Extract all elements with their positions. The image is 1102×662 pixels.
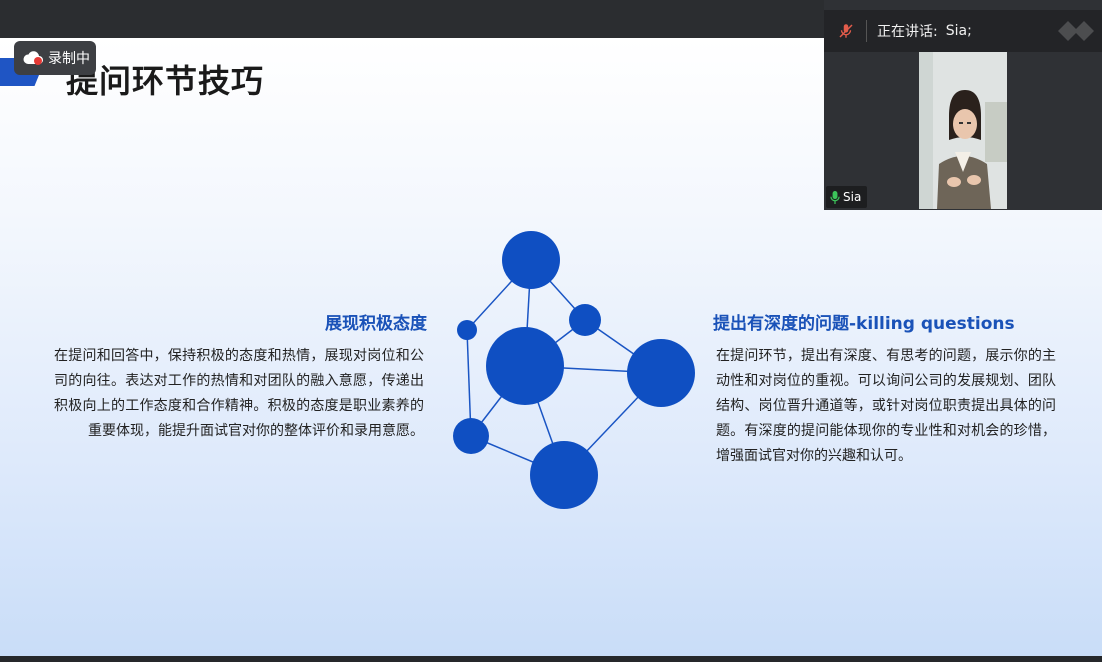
- network-diagram: [453, 231, 695, 509]
- left-heading: 展现积极态度: [325, 314, 427, 334]
- grid-view-icon[interactable]: [1056, 18, 1096, 44]
- recording-indicator[interactable]: 录制中: [14, 41, 96, 75]
- speaking-name: Sia;: [945, 23, 972, 39]
- node-small-right: [569, 304, 601, 336]
- node-center: [486, 327, 564, 405]
- participant-avatar-illustration: [919, 52, 1007, 209]
- speaking-label: 正在讲话:: [877, 24, 938, 40]
- node-right: [627, 339, 695, 407]
- right-paragraph: 在提问环节，提出有深度、有思考的问题，展示你的主动性和对岗位的重视。可以询问公司…: [716, 348, 1056, 464]
- node-tiny-left: [457, 320, 477, 340]
- participant-name-tag: Sia: [826, 186, 868, 208]
- mic-on-icon: [830, 190, 840, 204]
- recording-label: 录制中: [48, 51, 90, 67]
- left-paragraph: 在提问和回答中，保持积极的态度和热情，展现对岗位和公司的向往。表达对工作的热情和…: [54, 348, 424, 439]
- node-top: [502, 231, 560, 289]
- node-left-lower: [453, 418, 489, 454]
- speaker-divider: [866, 20, 867, 42]
- right-heading: 提出有深度的问题-killing questions: [713, 314, 1015, 334]
- network-nodes: [453, 231, 695, 509]
- active-speaker-bar: 正在讲话: Sia;: [824, 10, 1102, 52]
- participant-name: Sia: [843, 190, 862, 204]
- meeting-bottom-bar: [0, 656, 1102, 662]
- participant-video[interactable]: [919, 52, 1007, 209]
- mic-muted-icon[interactable]: [834, 19, 858, 43]
- video-panel: 正在讲话: Sia; Sia: [824, 0, 1102, 210]
- node-bottom: [530, 441, 598, 509]
- cloud-record-icon: [22, 49, 44, 67]
